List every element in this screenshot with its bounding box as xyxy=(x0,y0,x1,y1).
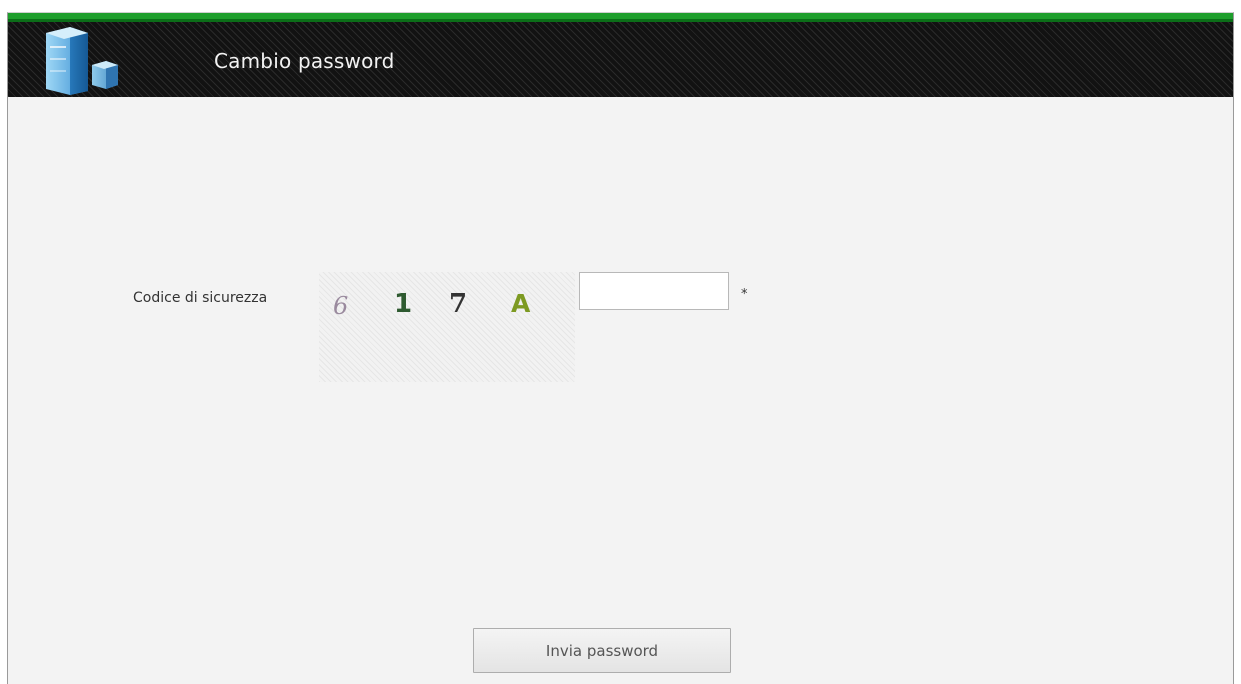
security-code-label: Codice di sicurezza xyxy=(133,290,268,306)
captcha-char: 7 xyxy=(449,289,468,319)
app-window: Cambio password Codice di sicurezza 6 1 … xyxy=(7,12,1234,684)
captcha-char: A xyxy=(511,289,531,318)
page-title: Cambio password xyxy=(214,49,395,73)
server-cubes-logo-icon xyxy=(46,27,118,95)
security-code-input[interactable] xyxy=(579,272,729,310)
captcha-char: 6 xyxy=(333,292,349,320)
send-password-button[interactable]: Invia password xyxy=(473,628,731,673)
app-header: Cambio password xyxy=(8,13,1233,97)
captcha-char: 1 xyxy=(394,289,413,319)
required-marker: * xyxy=(741,287,748,302)
captcha-image: 6 1 7 A xyxy=(319,272,575,382)
